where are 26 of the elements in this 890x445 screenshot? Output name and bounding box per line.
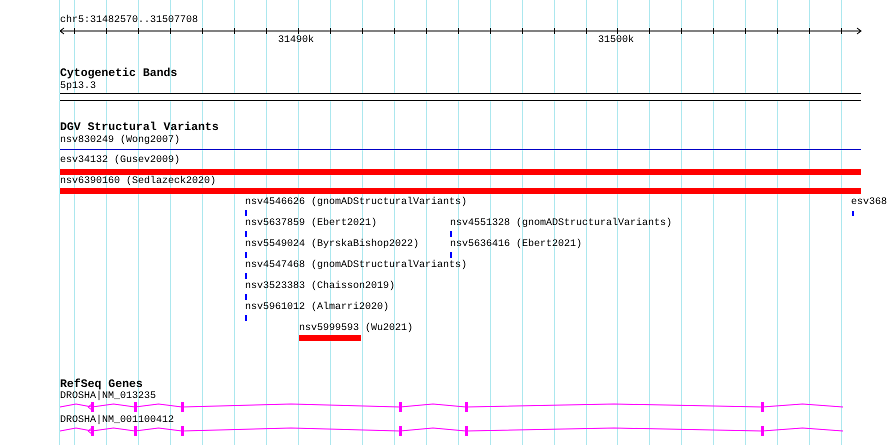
variant-bar[interactable] bbox=[60, 169, 861, 175]
variant-bar[interactable] bbox=[299, 335, 361, 341]
gene-label: DROSHA|NM_001100412 bbox=[60, 415, 174, 427]
tick-label: 31490k bbox=[278, 35, 314, 47]
band-label: 5p13.3 bbox=[60, 81, 96, 93]
variant-label: esv34132 (Gusev2009) bbox=[60, 155, 180, 167]
variant-label: esv368 bbox=[851, 197, 888, 209]
variant-label: nsv5961012 (Almarri2020) bbox=[245, 302, 390, 314]
gene-label: DROSHA|NM_013235 bbox=[60, 391, 156, 403]
variant-bar[interactable] bbox=[60, 188, 861, 194]
variant-label: nsv5637859 (Ebert2021) bbox=[245, 218, 378, 230]
variant-label: nsv5999593 (Wu2021) bbox=[299, 323, 414, 335]
variant-label: nsv830249 (Wong2007) bbox=[60, 135, 180, 147]
variant-label: nsv4551328 (gnomADStructuralVariants) bbox=[450, 218, 672, 230]
variant-label: nsv6390160 (Sedlazeck2020) bbox=[60, 176, 216, 188]
variant-label: nsv5636416 (Ebert2021) bbox=[450, 239, 582, 251]
tick-label: 31500k bbox=[598, 35, 634, 47]
track-title: RefSeq Genes bbox=[60, 378, 143, 391]
variant-label: nsv5549024 (ByrskaBishop2022) bbox=[245, 239, 420, 251]
track-title: Cytogenetic Bands bbox=[60, 67, 178, 81]
variant-label: nsv4547468 (gnomADStructuralVariants) bbox=[245, 260, 468, 272]
track-title: DGV Structural Variants bbox=[60, 121, 219, 134]
variant-label: nsv3523383 (Chaisson2019) bbox=[245, 281, 396, 293]
location-label: chr5:31482570..31507708 bbox=[60, 15, 198, 27]
variant-label: nsv4546626 (gnomADStructuralVariants) bbox=[245, 197, 468, 209]
cytoband[interactable] bbox=[60, 93, 861, 101]
